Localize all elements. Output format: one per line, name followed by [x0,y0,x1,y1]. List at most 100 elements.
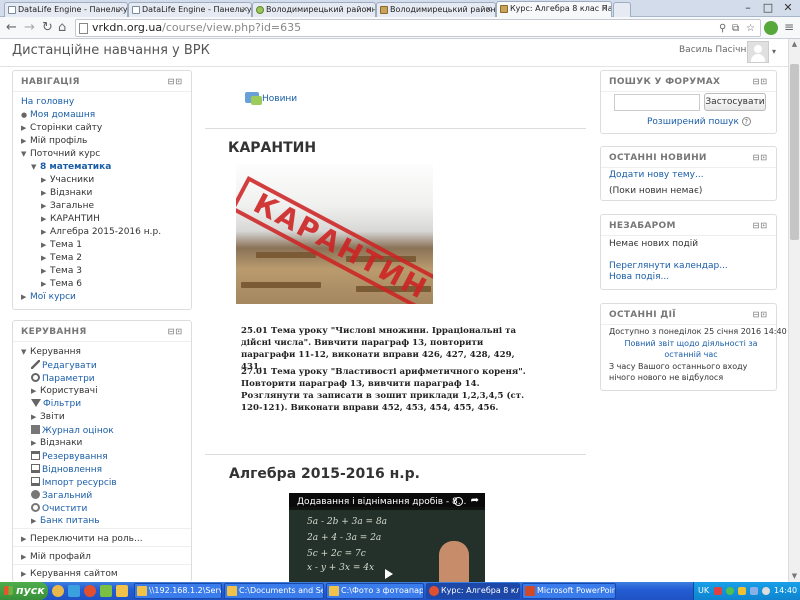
tray-icon[interactable] [762,587,770,595]
network-icon[interactable] [726,587,734,595]
browser-tab-1[interactable]: DataLife Engine - Панель упр ✕ [4,2,128,17]
add-topic-link[interactable]: Додати нову тему... [609,170,704,180]
clock[interactable]: 14:40 [774,582,797,600]
chevron-down-icon[interactable]: ▾ [772,47,776,56]
admin-switch-role[interactable]: Переключити на роль... [30,534,143,544]
admin-badges[interactable]: Відзнаки [40,438,82,448]
block-controls-icon[interactable]: ⊟⊡ [168,327,183,336]
avatar[interactable] [747,41,769,63]
close-icon[interactable]: ✕ [601,2,608,15]
browser-quicklaunch-icon[interactable] [52,585,64,597]
close-icon[interactable]: ✕ [365,3,372,16]
block-controls-icon[interactable]: ⊟⊡ [753,221,768,230]
browser-tab-3[interactable]: Володимирецький районни ✕ [252,2,376,17]
admin-reset[interactable]: Загальний [42,491,92,501]
nav-current-course[interactable]: Поточний курс [30,149,100,159]
admin-root[interactable]: Керування [30,347,81,357]
nav-my-home[interactable]: Моя домашня [30,110,95,120]
admin-gradebook[interactable]: Журнал оцінок [42,426,114,436]
taskbar-window-2[interactable]: C:\Documents and Se... [224,583,324,599]
news-forum-link[interactable]: Новини [245,92,297,105]
admin-users[interactable]: Користувачі [40,386,98,396]
admin-settings[interactable]: Параметри [42,374,95,384]
close-window-icon[interactable]: ✕ [780,1,796,15]
share-icon[interactable]: ➦ [471,495,479,506]
nav-course-item[interactable]: Тема 6 [50,279,82,289]
nav-course-item[interactable]: Алгебра 2015-2016 н.р. [50,227,161,237]
close-icon[interactable]: ✕ [241,3,248,16]
address-bar[interactable]: vrkdn.org.ua/course/view.php?id=635 ⚲ ⧉ … [75,19,761,37]
search-apply-button[interactable]: Застосувати [704,93,766,111]
tray-icon[interactable] [750,587,758,595]
admin-edit[interactable]: Редагувати [42,361,97,371]
home-icon[interactable]: ⌂ [58,20,66,35]
nav-site-pages[interactable]: Сторінки сайту [30,123,102,133]
full-report-link[interactable]: Повний звіт щодо діяльності за останній … [624,339,757,359]
calendar-link[interactable]: Переглянути календар... [609,261,728,271]
help-icon[interactable]: ? [741,117,751,126]
watch-later-icon[interactable] [454,497,463,506]
forum-search-input[interactable] [614,94,700,111]
translate-icon[interactable]: ⧉ [732,21,739,37]
new-tab-button[interactable] [613,2,631,17]
close-icon[interactable]: ✕ [485,3,492,16]
taskbar-window-1[interactable]: \\192.168.1.2\Server... [134,583,222,599]
browser-tab-2[interactable]: DataLife Engine - Панель упр ✕ [128,2,252,17]
nav-home-link[interactable]: На головну [21,97,74,107]
scrollbar-thumb[interactable] [790,64,799,240]
nav-course-item[interactable]: Учасники [50,175,94,185]
menu-icon[interactable]: ≡ [784,20,794,35]
site-name[interactable]: Дистанційне навчання у ВРК [12,43,210,58]
extension-icon[interactable] [764,21,778,35]
taskbar-window-4[interactable]: Курс: Алгебра 8 кла... [426,583,520,599]
user-name[interactable]: Василь Пасічник [679,45,758,55]
media-quicklaunch-icon[interactable] [100,585,112,597]
block-controls-icon[interactable]: ⊟⊡ [168,77,183,86]
search-icon[interactable]: ⚲ [719,21,726,37]
nav-course[interactable]: 8 математика [40,162,111,172]
admin-restore[interactable]: Відновлення [42,465,102,475]
forward-icon[interactable]: → [24,20,35,35]
reload-icon[interactable]: ↻ [42,20,53,35]
nav-course-item[interactable]: Тема 2 [50,253,82,263]
admin-site-admin[interactable]: Керування сайтом [30,569,118,579]
minimize-icon[interactable]: – [740,1,756,15]
play-icon[interactable] [385,569,393,579]
nav-course-item[interactable]: Тема 1 [50,240,82,250]
nav-my-courses[interactable]: Мої курси [30,292,76,302]
back-icon[interactable]: ← [6,20,17,35]
taskbar-window-5[interactable]: Microsoft PowerPoint ... [522,583,616,599]
scroll-down-icon[interactable]: ▼ [790,572,799,580]
scroll-up-icon[interactable]: ▲ [790,40,799,48]
advanced-search-link[interactable]: Розширений пошук [647,117,739,127]
maximize-icon[interactable]: □ [760,1,776,15]
new-event-link[interactable]: Нова подія... [609,272,669,282]
admin-my-profile[interactable]: Мій профайл [30,552,91,562]
admin-cleanup[interactable]: Очистити [42,504,87,514]
admin-backup[interactable]: Резервування [42,452,108,462]
antivirus-icon[interactable] [714,587,722,595]
nav-course-item[interactable]: Відзнаки [50,188,92,198]
chrome-quicklaunch-icon[interactable] [84,585,96,597]
block-controls-icon[interactable]: ⊟⊡ [753,310,768,319]
admin-filters[interactable]: Фільтри [43,399,81,409]
folder-quicklaunch-icon[interactable] [116,585,128,597]
admin-import[interactable]: Імпорт ресурсів [42,478,117,488]
taskbar-window-3[interactable]: C:\Фото з фотоапар... [326,583,424,599]
desktop-quicklaunch-icon[interactable] [68,585,80,597]
star-icon[interactable]: ☆ [746,21,755,37]
language-indicator[interactable]: UK [698,582,709,600]
admin-question-bank[interactable]: Банк питань [40,516,100,526]
close-icon[interactable]: ✕ [117,3,124,16]
nav-course-item[interactable]: Загальне [50,201,94,211]
browser-tab-5[interactable]: Курс: Алгебра 8 клас Пасіч✕ [496,1,612,17]
video-title[interactable]: Додавання і віднімання дробів - 8... [297,497,467,507]
admin-reports[interactable]: Звіти [40,412,65,422]
block-controls-icon[interactable]: ⊟⊡ [753,77,768,86]
browser-tab-4[interactable]: Володимирецький районни ✕ [376,2,496,17]
volume-icon[interactable] [738,587,746,595]
embedded-video[interactable]: 5a - 2b + 3a = 8a 2a + 4 - 3a = 2a 5c + … [289,493,485,582]
nav-my-profile[interactable]: Мій профіль [30,136,87,146]
nav-course-item[interactable]: КАРАНТИН [50,214,100,224]
block-controls-icon[interactable]: ⊟⊡ [753,153,768,162]
